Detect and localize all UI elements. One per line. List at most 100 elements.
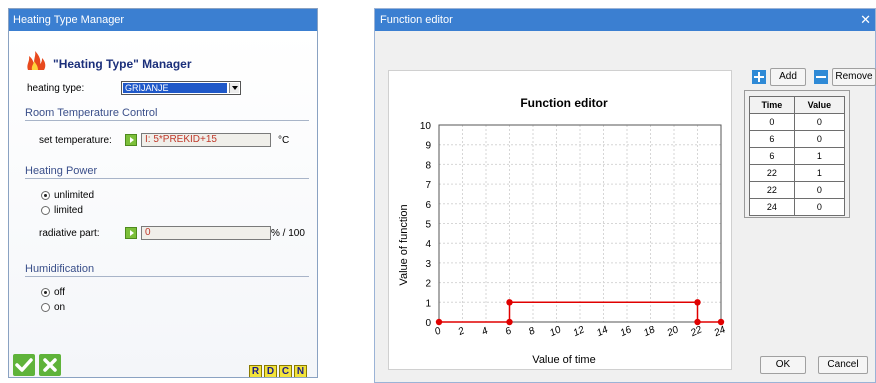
r-button[interactable]: R [249,365,262,377]
data-point [694,299,701,306]
heating-type-select[interactable]: GRIJANJE [121,81,241,95]
radiative-part-unit: % / 100 [271,228,305,239]
value-cell[interactable]: 0 [793,113,846,131]
set-temperature-field[interactable]: I: 5*PREKID+15 [141,133,271,147]
value-cell[interactable]: 1 [793,164,846,182]
data-point [717,318,725,326]
power-limited-label: limited [54,205,83,216]
data-point [694,318,701,326]
function-chart[interactable]: Function editor Value of time Value of f… [389,71,733,371]
y-tick-label: 8 [425,160,431,171]
time-cell[interactable]: 22 [749,181,795,199]
heating-type-value: GRIJANJE [123,83,227,93]
humid-on-radio[interactable] [41,303,50,312]
value-cell[interactable]: 0 [793,130,846,148]
time-cell[interactable]: 24 [749,198,795,216]
checkmark-icon [15,358,33,372]
y-tick-label: 10 [420,121,432,132]
y-tick-label: 2 [425,279,431,290]
x-tick-label: 22 [688,324,704,339]
add-icon [752,70,766,84]
remove-button[interactable]: Remove [832,68,876,86]
y-axis-label: Value of function [398,204,410,285]
x-tick-label: 6 [504,325,514,338]
value-column-header[interactable]: Value [793,96,846,114]
time-cell[interactable]: 6 [749,130,795,148]
humid-off-label: off [54,287,65,298]
x-tick-label: 12 [572,324,587,339]
time-column-header[interactable]: Time [749,96,795,114]
table-row[interactable]: 22 0 [749,181,846,199]
set-temperature-edit-button[interactable] [125,134,137,146]
y-tick-label: 3 [425,259,431,270]
cancel-editor-button[interactable]: Cancel [818,356,868,374]
table-row[interactable]: 6 0 [749,130,846,148]
y-tick-label: 0 [425,318,431,329]
x-tick-label: 2 [456,325,467,338]
add-button[interactable]: Add [770,68,806,86]
value-cell[interactable]: 1 [793,147,846,165]
ok-button[interactable]: OK [760,356,806,374]
x-tick-label: 20 [665,324,681,339]
room-temperature-section: Room Temperature Control [25,107,309,121]
heating-power-section: Heating Power [25,165,309,179]
time-cell[interactable]: 0 [749,113,795,131]
manager-body: "Heating Type" Manager heating type: GRI… [9,31,317,377]
x-tick-label: 24 [712,324,728,339]
set-temperature-label: set temperature: [39,135,112,146]
value-cell[interactable]: 0 [793,181,846,199]
chart-title: Function editor [520,96,608,110]
set-temperature-unit: °C [278,135,290,146]
y-tick-label: 7 [425,180,431,191]
data-point [506,299,513,306]
x-tick-label: 8 [527,325,537,338]
power-limited-radio[interactable] [41,206,50,215]
data-point [435,318,443,326]
n-button[interactable]: N [294,365,307,377]
x-tick-label: 10 [548,324,563,339]
heating-type-manager-window: Heating Type Manager "Heating Type" Mana… [8,8,318,378]
x-axis-label: Value of time [532,354,595,366]
table-row[interactable]: 6 1 [749,147,846,165]
radiative-part-edit-button[interactable] [125,227,137,239]
confirm-button[interactable] [13,354,35,376]
close-icon [43,358,57,372]
power-unlimited-radio[interactable] [41,191,50,200]
heating-type-label: heating type: [27,83,85,94]
data-point [506,318,513,326]
manager-heading: "Heating Type" Manager [53,57,192,71]
function-table[interactable]: Time Value 0 0 6 0 6 1 22 1 22 0 24 0 [749,96,846,216]
x-tick-label: 18 [642,324,657,339]
table-row[interactable]: 24 0 [749,198,846,216]
table-row[interactable]: 0 0 [749,113,846,131]
chevron-down-icon[interactable] [229,83,239,93]
remove-icon [814,70,828,84]
d-button[interactable]: D [264,365,277,377]
radiative-part-field[interactable]: 0 [141,226,271,240]
editor-window-title: Function editor [375,9,875,31]
power-unlimited-label: unlimited [54,190,95,201]
value-cell[interactable]: 0 [793,198,846,216]
table-row[interactable]: 22 1 [749,164,846,182]
y-tick-label: 4 [425,239,431,250]
cancel-button[interactable] [39,354,61,376]
y-tick-label: 5 [425,220,431,231]
radiative-part-label: radiative part: [39,228,100,239]
x-tick-label: 0 [433,325,443,338]
c-button[interactable]: C [279,365,292,377]
x-tick-label: 16 [619,324,634,339]
x-tick-label: 14 [595,324,610,339]
time-cell[interactable]: 6 [749,147,795,165]
flame-icon [27,51,46,70]
humidification-section: Humidification [25,263,309,277]
close-icon[interactable]: ✕ [860,9,871,31]
chart-panel: Function editor Value of time Value of f… [388,70,732,370]
humid-off-radio[interactable] [41,288,50,297]
y-tick-label: 6 [425,200,431,211]
y-tick-label: 9 [425,141,431,152]
time-cell[interactable]: 22 [749,164,795,182]
window-title: Heating Type Manager [9,9,317,31]
y-tick-label: 1 [425,298,431,309]
humid-on-label: on [54,302,66,313]
x-tick-label: 4 [480,325,490,338]
